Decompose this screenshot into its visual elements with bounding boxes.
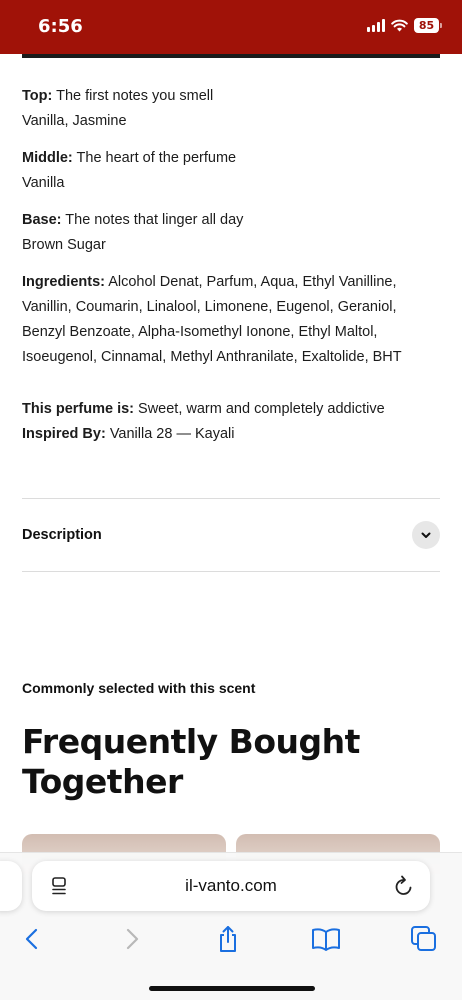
url-text: il-vanto.com	[185, 876, 277, 895]
status-bar: 6:56 85	[0, 0, 462, 54]
middle-notes: Middle: The heart of the perfume Vanilla	[22, 146, 440, 196]
ingredients-label: Ingredients:	[22, 274, 105, 290]
perfume-is: This perfume is: Sweet, warm and complet…	[22, 397, 440, 422]
home-indicator	[149, 986, 315, 991]
middle-notes-value: Vanilla	[22, 175, 65, 191]
base-notes-description: The notes that linger all day	[65, 212, 244, 228]
middle-notes-description: The heart of the perfume	[76, 150, 237, 166]
base-notes: Base: The notes that linger all day Brow…	[22, 208, 440, 258]
address-bar[interactable]: il-vanto.com	[32, 861, 430, 911]
inspired-by-value: Vanilla 28 — Kayali	[109, 426, 235, 442]
top-notes-description: The first notes you smell	[56, 88, 214, 104]
description-label: Description	[22, 527, 102, 543]
previous-tab[interactable]	[0, 861, 22, 911]
inspired-by-label: Inspired By:	[22, 426, 106, 442]
divider	[22, 498, 440, 499]
forward-icon[interactable]	[116, 923, 148, 955]
battery-icon: 85	[414, 18, 442, 33]
top-rule	[22, 54, 440, 58]
back-icon[interactable]	[16, 923, 48, 955]
reload-icon[interactable]	[394, 875, 414, 897]
tabs-icon[interactable]	[408, 923, 440, 955]
recommendations-subtitle: Commonly selected with this scent	[22, 680, 256, 696]
divider	[22, 571, 440, 572]
share-icon[interactable]	[212, 923, 244, 955]
inspired-by: Inspired By: Vanilla 28 — Kayali	[22, 422, 440, 447]
recommendations-title: Frequently Bought Together	[22, 722, 360, 801]
top-notes-label: Top:	[22, 88, 53, 104]
cellular-signal-icon	[367, 19, 385, 32]
base-notes-label: Base:	[22, 212, 62, 228]
wifi-icon	[391, 19, 408, 32]
browser-toolbar: il-vanto.com	[0, 852, 462, 1000]
battery-level: 85	[414, 18, 439, 33]
top-notes: Top: The first notes you smell Vanilla, …	[22, 84, 440, 134]
middle-notes-label: Middle:	[22, 150, 73, 166]
chevron-down-icon[interactable]	[412, 521, 440, 549]
status-icons: 85	[367, 18, 442, 33]
ingredients: Ingredients: Alcohol Denat, Parfum, Aqua…	[22, 270, 440, 370]
description-accordion[interactable]: Description	[22, 516, 440, 554]
status-time: 6:56	[38, 16, 83, 37]
product-details: Top: The first notes you smell Vanilla, …	[22, 84, 440, 447]
bookmarks-icon[interactable]	[310, 923, 342, 955]
perfume-is-label: This perfume is:	[22, 401, 134, 417]
base-notes-value: Brown Sugar	[22, 237, 106, 253]
perfume-is-value: Sweet, warm and completely addictive	[138, 401, 385, 417]
top-notes-value: Vanilla, Jasmine	[22, 113, 127, 129]
